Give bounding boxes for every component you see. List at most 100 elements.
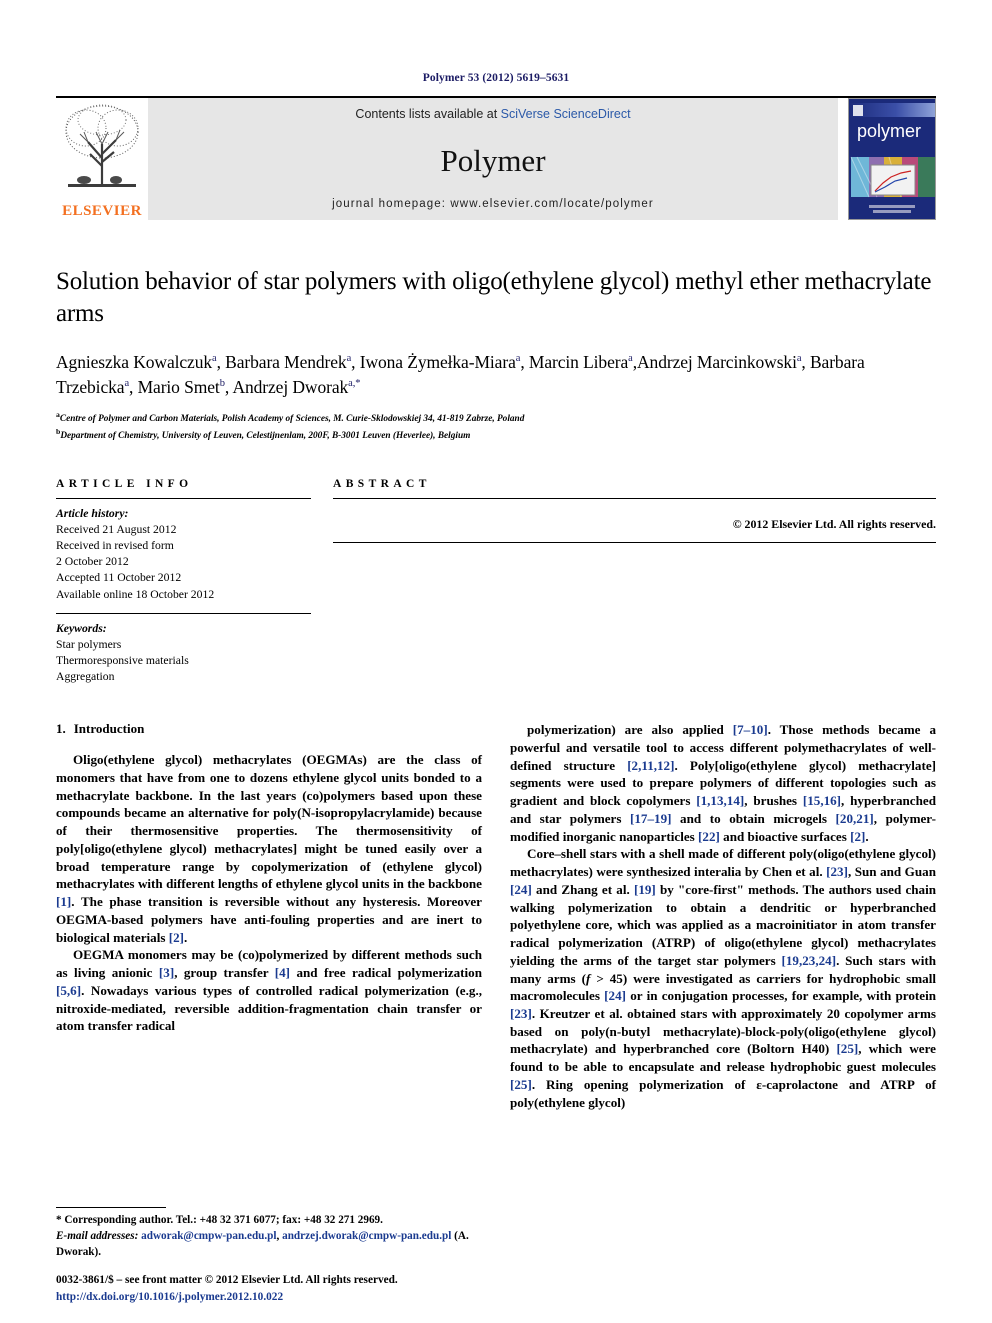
citation-ref[interactable]: [25] — [836, 1041, 858, 1056]
citation-ref[interactable]: [23] — [826, 864, 848, 879]
abstract-bottom-rule — [333, 541, 936, 543]
affiliation-list: aCentre of Polymer and Carbon Materials,… — [56, 409, 936, 444]
cover-art-icon: polymer — [849, 99, 935, 219]
keywords-title: Keywords: — [56, 621, 107, 635]
citation-ref[interactable]: [24] — [510, 882, 532, 897]
citation-ref[interactable]: [24] — [604, 988, 626, 1003]
info-abstract-row: ARTICLE INFO Article history: Received 2… — [56, 478, 936, 685]
citation-ref[interactable]: [23] — [510, 1006, 532, 1021]
article-history-item: Received 21 August 2012 — [56, 522, 177, 536]
citation-ref[interactable]: [22] — [698, 829, 720, 844]
author-affiliation-marker: a — [124, 378, 129, 390]
footnote-area: * Corresponding author. Tel.: +48 32 371… — [56, 1207, 486, 1261]
abstract-label: ABSTRACT — [333, 477, 431, 490]
contents-box: Contents lists available at SciVerse Sci… — [148, 98, 838, 220]
citation-ref[interactable]: [2,11,12] — [627, 758, 674, 773]
abstract-text — [333, 499, 936, 508]
affiliation-text: Department of Chemistry, University of L… — [60, 431, 471, 442]
body-column-right: polymerization) are also applied [7–10].… — [510, 721, 936, 1111]
citation-ref[interactable]: [19,23,24] — [782, 953, 837, 968]
footnote-rule — [56, 1207, 166, 1209]
keyword-item: Star polymers — [56, 637, 122, 651]
corresponding-author-text: * Corresponding author. Tel.: +48 32 371… — [56, 1214, 383, 1227]
elsevier-tree-icon — [56, 98, 148, 202]
article-history-title: Article history: — [56, 506, 129, 520]
sciencedirect-link[interactable]: SciVerse ScienceDirect — [501, 107, 631, 121]
journal-cover-thumbnail: polymer — [848, 98, 936, 220]
citation-ref[interactable]: [25] — [510, 1077, 532, 1092]
body-paragraph: Core–shell stars with a shell made of di… — [510, 846, 937, 1110]
citation-ref[interactable]: [19] — [634, 882, 656, 897]
author-list: Agnieszka Kowalczuka, Barbara Mendreka, … — [56, 352, 865, 397]
running-head: Polymer 53 (2012) 5619–5631 — [422, 72, 570, 84]
citation-ref[interactable]: [20,21] — [836, 811, 874, 826]
author-name: Agnieszka Kowalczuk — [56, 352, 213, 372]
author-affiliation-marker: a — [346, 353, 352, 365]
issn-copyright-line: 0032-3861/$ – see front matter © 2012 El… — [56, 1274, 398, 1287]
citation-ref[interactable]: [15,16] — [803, 793, 841, 808]
citation-ref[interactable]: [5,6] — [56, 983, 81, 998]
email-link-secondary[interactable]: andrzej.dworak@cmpw-pan.edu.pl — [282, 1230, 451, 1242]
author-affiliation-marker: a,* — [348, 378, 361, 390]
author-name: Iwona Żymełka-Miara — [359, 352, 516, 372]
corresponding-author-note: * Corresponding author. Tel.: +48 32 371… — [56, 1213, 486, 1261]
author-name: Andrzej Marcinkowski — [637, 352, 797, 372]
title-block: Solution behavior of star polymers with … — [56, 266, 936, 444]
article-history-group: Article history: Received 21 August 2012… — [56, 499, 311, 603]
citation-ref[interactable]: [1] — [56, 894, 71, 909]
keyword-item: Aggregation — [56, 670, 115, 684]
body-paragraph: Oligo(ethylene glycol) methacrylates (OE… — [56, 752, 482, 945]
section-number: 1. — [56, 721, 66, 737]
article-page: Polymer 53 (2012) 5619–5631 ELSEVIER Con… — [0, 0, 992, 1323]
citation-ref[interactable]: [1,13,14] — [696, 793, 744, 808]
elsevier-wordmark: ELSEVIER — [62, 203, 142, 219]
email-addresses-label: E-mail addresses: — [56, 1230, 139, 1243]
article-history-item: Received in revised form — [56, 539, 174, 553]
contents-available-line: Contents lists available at SciVerse Sci… — [355, 107, 630, 121]
keyword-item: Thermoresponsive materials — [56, 653, 189, 667]
citation-ref[interactable]: [3] — [159, 965, 174, 980]
affiliation-line: bDepartment of Chemistry, University of … — [56, 426, 936, 444]
article-history-item: Accepted 11 October 2012 — [56, 571, 182, 585]
affiliation-line: aCentre of Polymer and Carbon Materials,… — [56, 409, 936, 427]
affiliation-text: Centre of Polymer and Carbon Materials, … — [59, 413, 525, 424]
article-history-item: Available online 18 October 2012 — [56, 587, 215, 601]
article-history-lines: Received 21 August 2012 Received in revis… — [56, 522, 311, 603]
citation-ref[interactable]: [2] — [850, 829, 865, 844]
keyword-lines: Star polymers Thermoresponsive materials A… — [56, 637, 311, 685]
section-title: Introduction — [73, 721, 145, 737]
body-paragraph: OEGMA monomers may be (co)polymerized by… — [56, 947, 482, 1034]
body-columns: 1. Introduction Oligo(ethylene glycol) me… — [56, 721, 936, 1111]
author-affiliation-marker: a — [796, 353, 802, 365]
author-name: Andrzej Dworak — [232, 376, 349, 397]
elsevier-logo: ELSEVIER — [56, 98, 148, 220]
body-column-left: 1. Introduction Oligo(ethylene glycol) me… — [56, 721, 482, 1111]
author-name: Barbara Mendrek — [225, 352, 347, 372]
article-history-item: 2 October 2012 — [56, 555, 129, 569]
keywords-group: Keywords: Star polymers Thermoresponsive … — [56, 614, 311, 686]
email-link-primary[interactable]: adworak@cmpw-pan.edu.pl — [141, 1230, 276, 1242]
citation-ref[interactable]: [4] — [275, 965, 290, 980]
intro-left-paragraphs: Oligo(ethylene glycol) methacrylates (OE… — [56, 751, 482, 1035]
citation-ref[interactable]: [7–10] — [733, 722, 768, 737]
section-heading-introduction: 1. Introduction — [56, 721, 482, 737]
journal-homepage-link[interactable]: journal homepage: www.elsevier.com/locat… — [332, 198, 654, 210]
article-info-column: ARTICLE INFO Article history: Received 2… — [56, 478, 311, 685]
page-title: Solution behavior of star polymers with … — [56, 268, 932, 327]
author-affiliation-marker: a — [628, 353, 633, 365]
doi-link[interactable]: http://dx.doi.org/10.1016/j.polymer.2012… — [56, 1289, 516, 1305]
abstract-copyright: © 2012 Elsevier Ltd. All rights reserved… — [732, 516, 936, 531]
email-separator: , — [276, 1230, 280, 1243]
journal-masthead: ELSEVIER Contents lists available at Sci… — [56, 96, 936, 220]
article-info-label: ARTICLE INFO — [56, 477, 193, 490]
author-name: Mario Smet — [137, 376, 220, 397]
body-paragraph: polymerization) are also applied [7–10].… — [510, 722, 937, 844]
citation-ref[interactable]: [17–19] — [630, 811, 671, 826]
citation-ref[interactable]: [2] — [169, 930, 184, 945]
intro-right-paragraphs: polymerization) are also applied [7–10].… — [510, 721, 936, 1111]
footer-block: 0032-3861/$ – see front matter © 2012 El… — [56, 1272, 516, 1305]
contents-prefix: Contents lists available at — [355, 107, 501, 121]
svg-text:polymer: polymer — [857, 121, 921, 141]
author-name: Marcin Libera — [528, 352, 629, 372]
author-affiliation-marker: b — [219, 378, 225, 390]
